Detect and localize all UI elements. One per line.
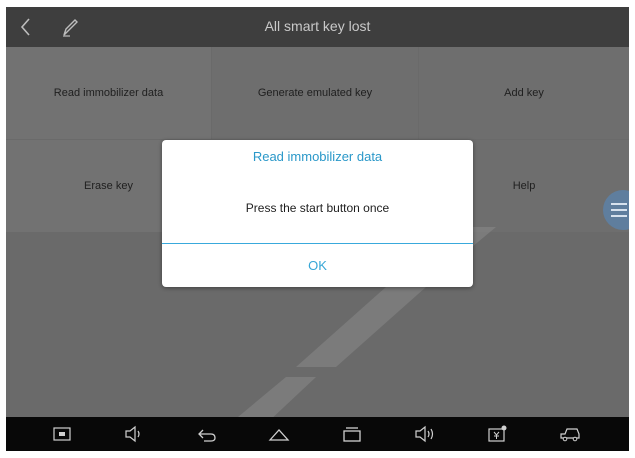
- recent-apps-icon[interactable]: [341, 424, 363, 444]
- car-icon[interactable]: [559, 424, 581, 444]
- read-immobilizer-dialog: Read immobilizer data Press the start bu…: [162, 140, 473, 287]
- page-title: All smart key lost: [264, 18, 371, 34]
- vci-icon[interactable]: [486, 424, 508, 444]
- ok-button[interactable]: OK: [162, 244, 473, 287]
- menu-item-label: Erase key: [84, 180, 133, 192]
- menu-item-read-immobilizer-data[interactable]: Read immobilizer data: [6, 47, 211, 139]
- volume-up-icon[interactable]: [414, 424, 436, 444]
- menu-item-generate-emulated-key[interactable]: Generate emulated key: [212, 47, 418, 139]
- menu-item-label: Read immobilizer data: [53, 87, 164, 99]
- menu-item-label: Generate emulated key: [257, 87, 373, 99]
- menu-item-add-key[interactable]: Add key: [419, 47, 629, 139]
- android-navigation-bar: [6, 417, 629, 451]
- screenshot-icon[interactable]: [51, 424, 73, 444]
- home-icon[interactable]: [268, 424, 290, 444]
- title-bar: All smart key lost: [6, 7, 629, 47]
- back-arrow-icon[interactable]: [196, 424, 218, 444]
- menu-item-label: Help: [512, 180, 536, 192]
- volume-down-icon[interactable]: [123, 424, 145, 444]
- dialog-title: Read immobilizer data: [252, 149, 383, 164]
- dialog-message: Press the start button once: [245, 201, 390, 215]
- menu-item-label: Add key: [504, 87, 544, 99]
